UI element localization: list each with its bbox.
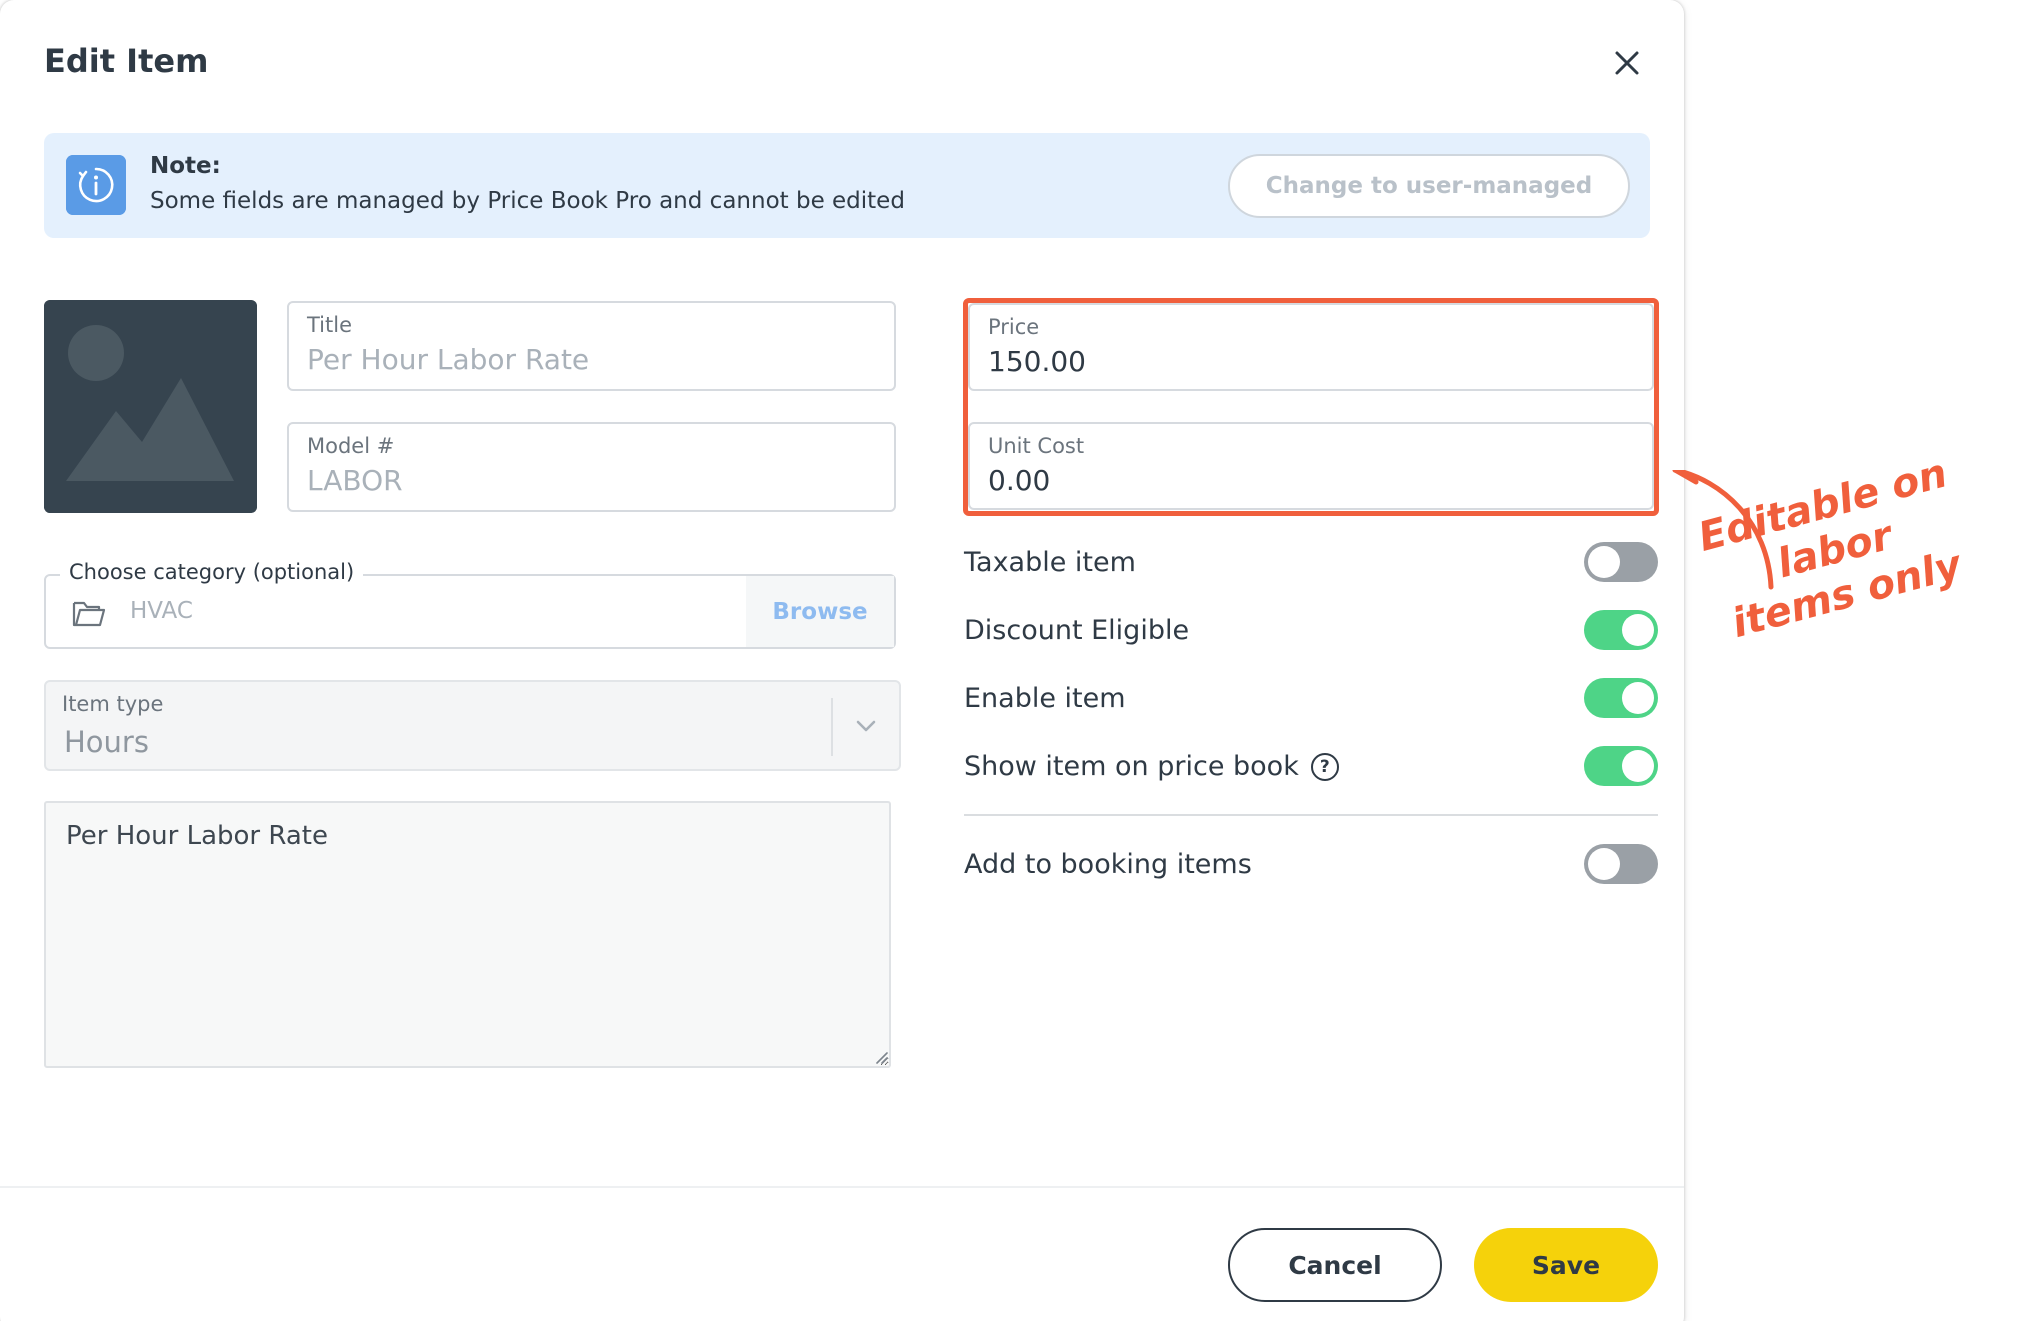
category-value: HVAC [130,598,193,624]
browse-button[interactable]: Browse [746,576,894,647]
item-type-select[interactable]: Item type Hours [44,680,901,771]
folder-icon [72,601,106,627]
note-heading: Note: [150,153,221,179]
toggle-row-show-on-price-book: Show item on price book ? [964,745,1658,789]
model-field-value: LABOR [307,464,403,497]
show-on-price-book-toggle[interactable] [1584,746,1658,786]
dialog-title: Edit Item [44,42,209,80]
description-textarea[interactable]: Per Hour Labor Rate [44,801,891,1068]
change-to-user-managed-button[interactable]: Change to user-managed [1228,154,1630,218]
show-on-price-book-label: Show item on price book ? [964,751,1339,782]
title-field-label: Title [307,313,353,337]
image-placeholder-icon[interactable] [44,300,257,513]
unit-cost-field-label: Unit Cost [988,434,1085,458]
toggle-row-enable: Enable item [964,677,1658,721]
model-field[interactable]: Model # LABOR [287,422,896,512]
title-field-value: Per Hour Labor Rate [307,343,590,376]
toggle-knob [1622,750,1654,782]
toggle-row-discount: Discount Eligible [964,609,1658,653]
save-button[interactable]: Save [1474,1228,1658,1302]
taxable-label: Taxable item [964,547,1136,578]
category-picker[interactable]: Choose category (optional) HVAC Browse [44,560,896,649]
note-text: Some fields are managed by Price Book Pr… [150,188,905,214]
cancel-button[interactable]: Cancel [1228,1228,1442,1302]
section-divider [964,814,1658,816]
title-field[interactable]: Title Per Hour Labor Rate [287,301,896,391]
edit-item-dialog: Edit Item Note: Some fields are managed … [0,0,1684,1321]
add-to-booking-label: Add to booking items [964,849,1252,880]
unit-cost-field-value: 0.00 [988,464,1051,497]
help-icon[interactable]: ? [1310,752,1339,781]
resize-handle-icon[interactable] [874,1050,888,1064]
price-field[interactable]: Price 150.00 [968,303,1654,391]
footer-divider [0,1186,1684,1188]
toggle-knob [1588,546,1620,578]
item-type-value: Hours [64,725,149,759]
toggle-row-booking: Add to booking items [964,843,1658,887]
price-field-label: Price [988,315,1040,339]
toggle-row-taxable: Taxable item [964,541,1658,585]
chevron-down-icon[interactable] [852,712,880,740]
info-icon [66,155,126,215]
toggle-knob [1622,682,1654,714]
toggle-knob [1622,614,1654,646]
select-divider [831,698,833,756]
add-to-booking-toggle[interactable] [1584,844,1658,884]
model-field-label: Model # [307,434,395,458]
annotation-note: Editable on labor items only [1643,437,2024,663]
discount-eligible-label: Discount Eligible [964,615,1190,646]
enable-item-label: Enable item [964,683,1126,714]
category-legend: Choose category (optional) [60,560,364,584]
note-banner: Note: Some fields are managed by Price B… [44,133,1650,238]
toggle-knob [1588,848,1620,880]
price-field-value: 150.00 [988,345,1086,378]
unit-cost-field[interactable]: Unit Cost 0.00 [968,422,1654,510]
enable-item-toggle[interactable] [1584,678,1658,718]
item-type-label: Item type [62,692,164,716]
close-icon[interactable] [1610,46,1644,80]
discount-eligible-toggle[interactable] [1584,610,1658,650]
